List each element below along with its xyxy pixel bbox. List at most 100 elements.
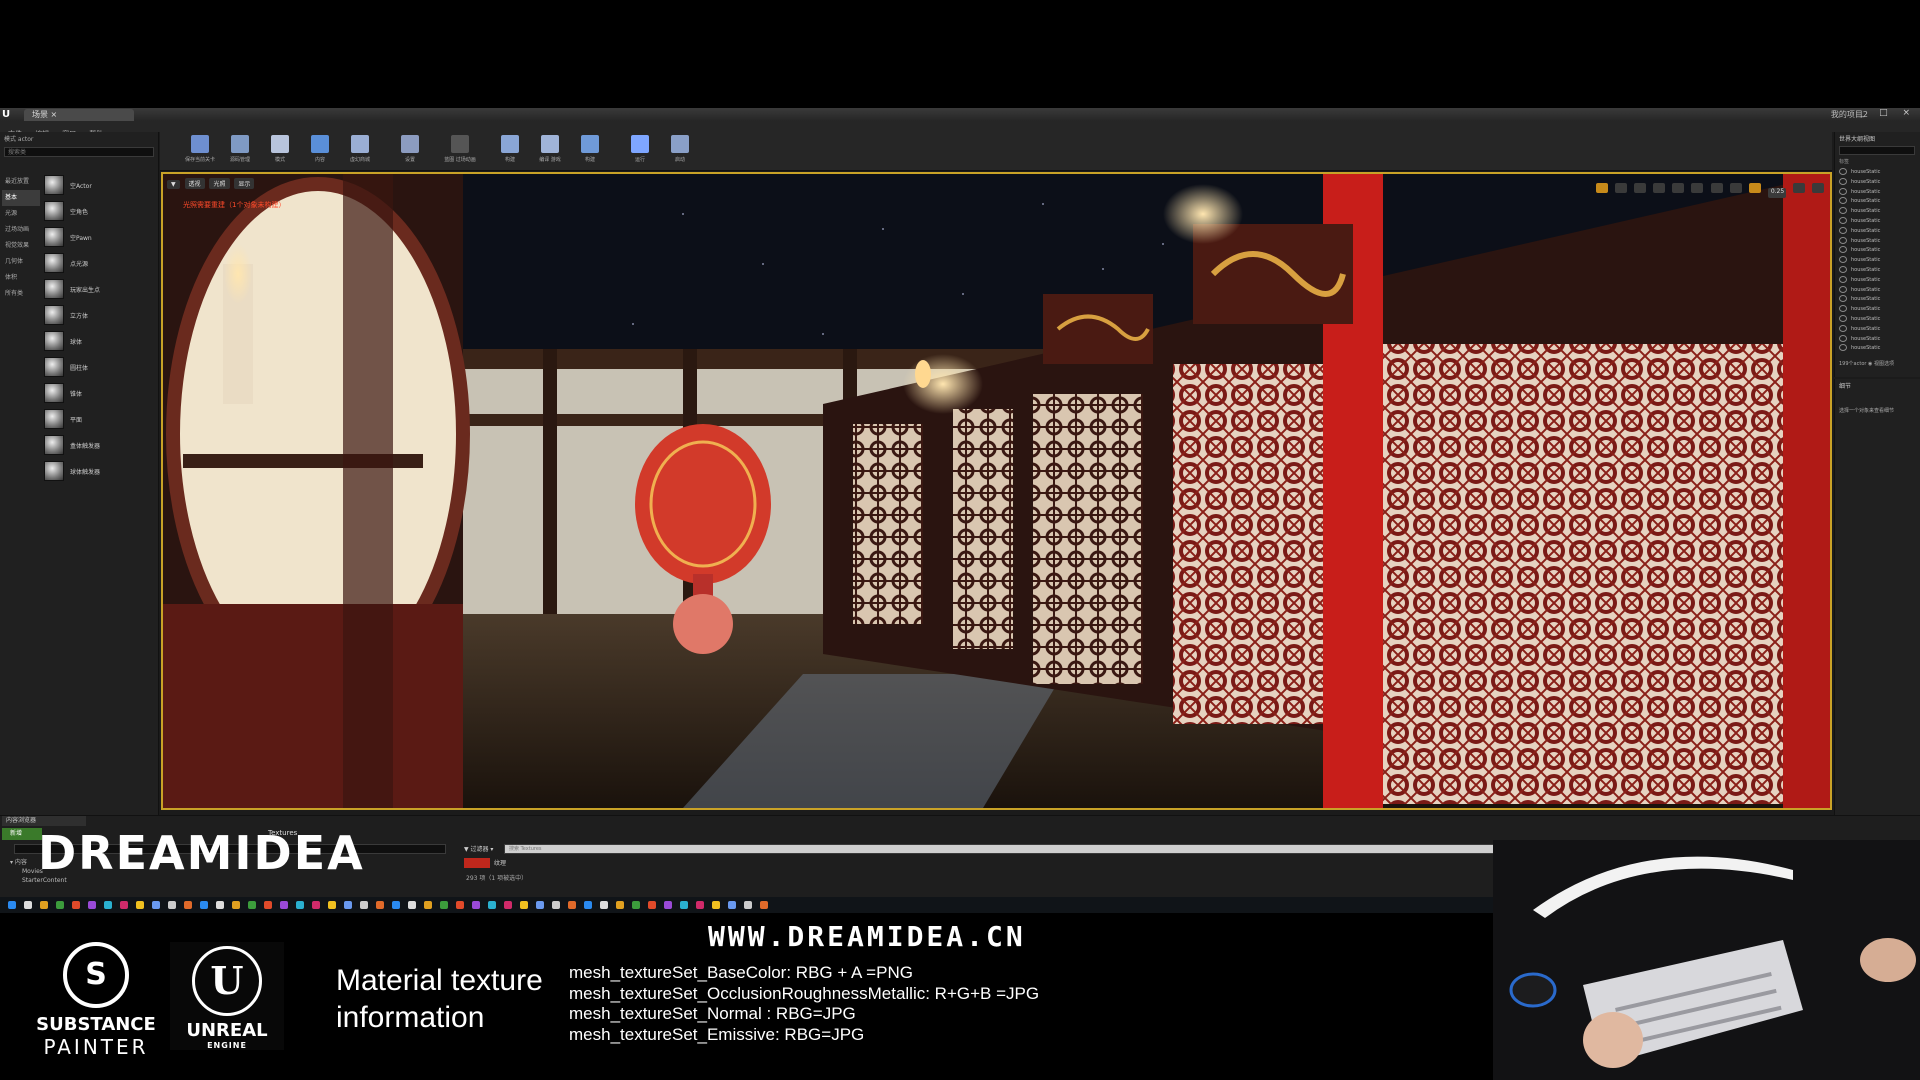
place-item[interactable]: 空角色 (44, 198, 156, 224)
taskbar-app-icon[interactable] (424, 901, 432, 909)
window-controls[interactable]: _ □ × (1860, 108, 1916, 121)
taskbar-app-icon[interactable] (40, 901, 48, 909)
taskbar-app-icon[interactable] (504, 901, 512, 909)
outliner-row[interactable]: houseStatic (1839, 334, 1917, 345)
taskbar-app-icon[interactable] (104, 901, 112, 909)
visibility-eye-icon[interactable] (1839, 246, 1847, 254)
content-button[interactable]: 内容 (300, 135, 340, 169)
taskbar-app-icon[interactable] (536, 901, 544, 909)
taskbar-app-icon[interactable] (440, 901, 448, 909)
place-item[interactable]: 圆柱体 (44, 354, 156, 380)
outliner-row[interactable]: houseStatic (1839, 236, 1917, 247)
taskbar-app-icon[interactable] (120, 901, 128, 909)
category-cinematic[interactable]: 过场动画 (2, 222, 40, 238)
outliner-row[interactable]: houseStatic (1839, 314, 1917, 325)
taskbar-app-icon[interactable] (744, 901, 752, 909)
add-new-button[interactable]: 新增 (2, 828, 42, 840)
build-button[interactable]: 构建 (490, 135, 530, 169)
taskbar-app-icon[interactable] (664, 901, 672, 909)
outliner-row[interactable]: houseStatic (1839, 216, 1917, 227)
taskbar-app-icon[interactable] (232, 901, 240, 909)
taskbar-app-icon[interactable] (520, 901, 528, 909)
taskbar-app-icon[interactable] (728, 901, 736, 909)
taskbar-app-icon[interactable] (8, 901, 16, 909)
taskbar-app-icon[interactable] (568, 901, 576, 909)
perspective-button[interactable]: 透视 (184, 178, 205, 189)
translate-icon[interactable] (1615, 183, 1628, 193)
grid-snap-icon[interactable] (1710, 183, 1723, 193)
taskbar-app-icon[interactable] (760, 901, 768, 909)
visibility-eye-icon[interactable] (1839, 207, 1847, 215)
taskbar-app-icon[interactable] (136, 901, 144, 909)
marketplace-button[interactable]: 虚幻商城 (340, 135, 380, 169)
taskbar-app-icon[interactable] (584, 901, 592, 909)
maximize-viewport-icon[interactable] (1812, 183, 1824, 193)
taskbar-app-icon[interactable] (680, 901, 688, 909)
place-item[interactable]: 锥体 (44, 380, 156, 406)
taskbar-app-icon[interactable] (280, 901, 288, 909)
outliner-row[interactable]: houseStatic (1839, 295, 1917, 305)
taskbar-app-icon[interactable] (264, 901, 272, 909)
taskbar-app-icon[interactable] (360, 901, 368, 909)
place-item[interactable]: 点光源 (44, 250, 156, 276)
category-all-classes[interactable]: 所有类 (2, 286, 40, 302)
taskbar-app-icon[interactable] (408, 901, 416, 909)
taskbar-app-icon[interactable] (648, 901, 656, 909)
taskbar-app-icon[interactable] (248, 901, 256, 909)
outliner-row[interactable]: houseStatic (1839, 177, 1917, 188)
outliner-row[interactable]: houseStatic (1839, 168, 1917, 178)
outliner-row[interactable]: houseStatic (1839, 344, 1917, 354)
outliner-row[interactable]: houseStatic (1839, 187, 1917, 198)
taskbar-app-icon[interactable] (456, 901, 464, 909)
asset-search-input[interactable]: 搜索 Textures (504, 844, 1494, 854)
outliner-row[interactable]: houseStatic (1839, 285, 1917, 296)
settings-button[interactable]: 设置 (390, 135, 430, 169)
visibility-eye-icon[interactable] (1839, 187, 1847, 195)
visibility-eye-icon[interactable] (1839, 168, 1847, 175)
category-visual-effects[interactable]: 视觉效果 (2, 238, 40, 254)
viewport-options-button[interactable]: ▼ (167, 180, 180, 189)
outliner-row[interactable]: houseStatic (1839, 324, 1917, 335)
cook-button[interactable]: 构建 (570, 135, 610, 169)
taskbar-app-icon[interactable] (344, 901, 352, 909)
taskbar-app-icon[interactable] (152, 901, 160, 909)
place-item[interactable]: 空Pawn (44, 224, 156, 250)
outliner-row[interactable]: houseStatic (1839, 226, 1917, 237)
select-mode-icon[interactable] (1595, 183, 1608, 193)
category-volumes[interactable]: 体积 (2, 270, 40, 286)
visibility-eye-icon[interactable] (1839, 314, 1847, 322)
taskbar-app-icon[interactable] (24, 901, 32, 909)
level-viewport[interactable]: ▼ 透视 光照 显示 光照需要重建（1个对象未构建） 0.25 (161, 172, 1832, 810)
world-local-icon[interactable] (1672, 183, 1685, 193)
surface-snap-icon[interactable] (1691, 183, 1704, 193)
category-basic[interactable]: 基本 (2, 190, 40, 206)
scale-snap-icon[interactable] (1748, 183, 1761, 193)
outliner-row[interactable]: houseStatic (1839, 207, 1917, 217)
visibility-eye-icon[interactable] (1839, 275, 1847, 283)
taskbar-app-icon[interactable] (472, 901, 480, 909)
taskbar-app-icon[interactable] (552, 901, 560, 909)
taskbar-app-icon[interactable] (56, 901, 64, 909)
visibility-eye-icon[interactable] (1839, 324, 1847, 332)
taskbar-app-icon[interactable] (392, 901, 400, 909)
lit-mode-button[interactable]: 光照 (209, 178, 230, 189)
taskbar-app-icon[interactable] (312, 901, 320, 909)
place-item[interactable]: 球体 (44, 328, 156, 354)
outliner-row[interactable]: houseStatic (1839, 246, 1917, 256)
content-browser-tab[interactable]: 内容浏览器 (2, 816, 86, 826)
outliner-search-input[interactable] (1839, 146, 1915, 155)
taskbar-app-icon[interactable] (712, 901, 720, 909)
visibility-eye-icon[interactable] (1839, 344, 1847, 352)
taskbar-app-icon[interactable] (376, 901, 384, 909)
taskbar-app-icon[interactable] (200, 901, 208, 909)
taskbar-app-icon[interactable] (88, 901, 96, 909)
visibility-eye-icon[interactable] (1839, 216, 1847, 224)
modes-search-input[interactable]: 搜索类 (4, 147, 154, 157)
taskbar-app-icon[interactable] (168, 901, 176, 909)
scale-snap-value[interactable]: 0.25 (1767, 188, 1786, 198)
visibility-eye-icon[interactable] (1839, 197, 1847, 205)
place-item[interactable]: 空Actor (44, 172, 156, 198)
save-button[interactable]: 保存当前关卡 (180, 135, 220, 169)
taskbar-app-icon[interactable] (616, 901, 624, 909)
outliner-row[interactable]: houseStatic (1839, 256, 1917, 266)
